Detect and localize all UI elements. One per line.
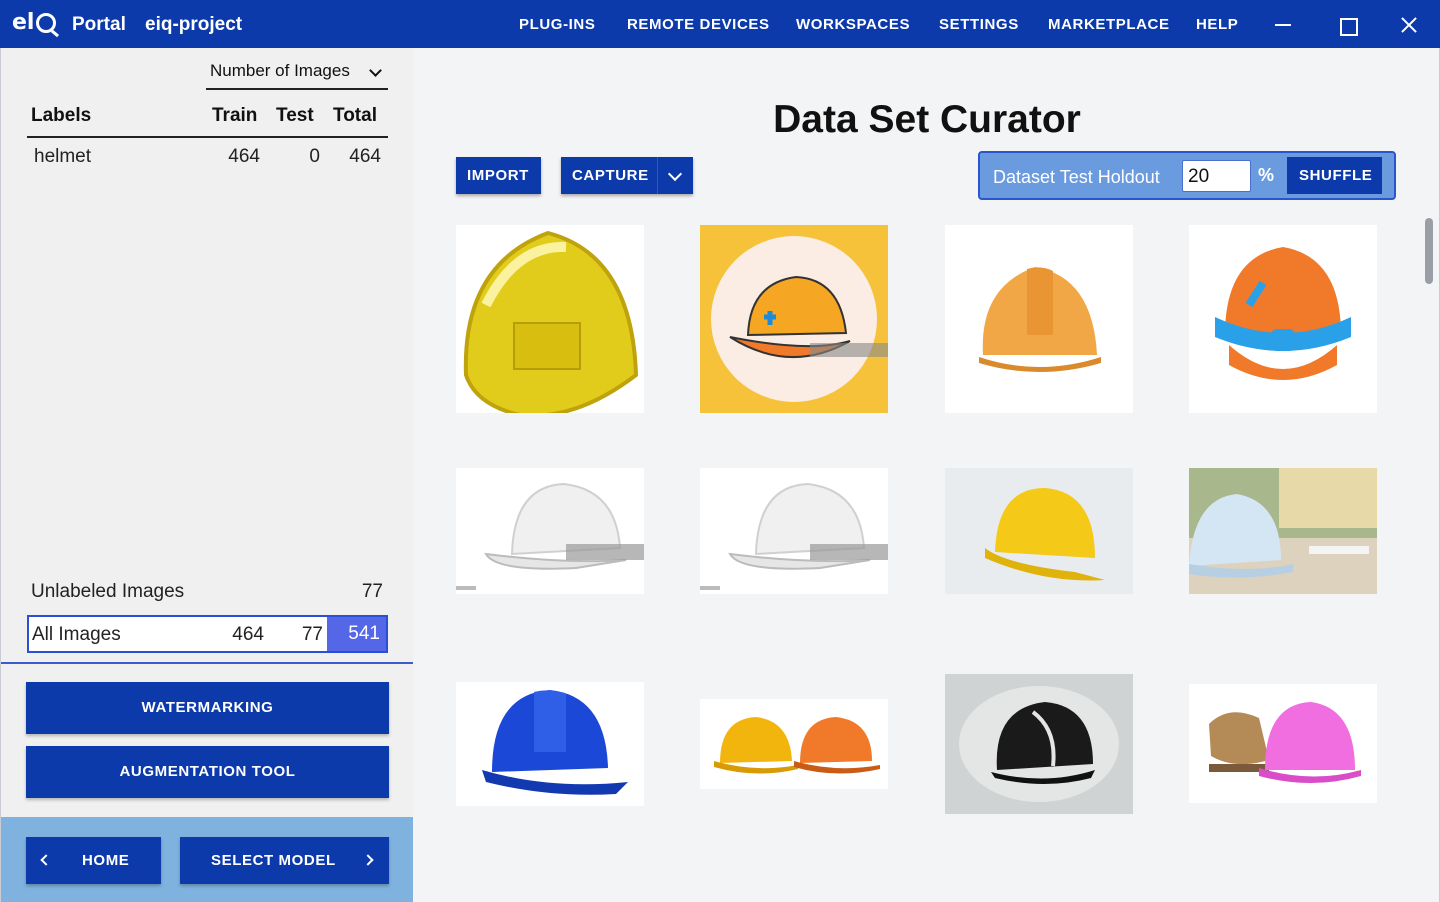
- nav-plugins[interactable]: PLUG-INS: [519, 16, 595, 33]
- all-images-row[interactable]: All Images 464 77 541: [27, 615, 388, 653]
- image-thumb-yellow-glossy-helmet[interactable]: [456, 225, 644, 413]
- unlabeled-label: Unlabeled Images: [31, 581, 185, 602]
- image-thumb-orange-blue-helmet[interactable]: [1189, 225, 1377, 413]
- minimize-icon[interactable]: [1271, 12, 1297, 38]
- orange-3d-helmet-image: [979, 267, 1101, 372]
- unlabeled-count: 77: [361, 581, 383, 602]
- sort-dropdown[interactable]: Number of Images: [206, 58, 388, 90]
- yellow-helmet-image: [985, 488, 1105, 581]
- test-holdout-panel: Dataset Test Holdout 20 % SHUFFLE: [978, 151, 1396, 200]
- header-test: Test: [276, 105, 314, 126]
- label-train-count: 464: [228, 146, 260, 167]
- home-button-label: HOME: [82, 852, 130, 869]
- percent-sign: %: [1258, 165, 1275, 185]
- yellow-glossy-helmet-image: [463, 230, 639, 413]
- all-images-total: 541: [327, 617, 386, 651]
- capture-split-divider: [657, 157, 658, 194]
- label-test-count: 0: [309, 146, 320, 167]
- all-images-test: 77: [301, 624, 323, 645]
- blue-helmet-image: [482, 690, 628, 795]
- sidebar-footer: HOME SELECT MODEL: [1, 817, 414, 902]
- maximize-icon[interactable]: [1335, 12, 1361, 38]
- holdout-percent-input[interactable]: 20: [1182, 160, 1251, 192]
- nav-workspaces[interactable]: WORKSPACES: [796, 16, 910, 33]
- pink-helmet-gloves-image: [1209, 702, 1361, 783]
- eiq-logo: el: [12, 10, 57, 35]
- image-thumb-blue-helmet[interactable]: [456, 682, 644, 806]
- import-button[interactable]: IMPORT: [456, 157, 541, 194]
- shuffle-label: SHUFFLE: [1299, 167, 1373, 184]
- scrollbar-thumb[interactable]: [1425, 218, 1433, 284]
- cartoon-orange-helmet-image: [711, 236, 888, 402]
- nav-remote-devices[interactable]: REMOTE DEVICES: [627, 16, 770, 33]
- image-thumb-yellow-orange-helmets[interactable]: [700, 699, 888, 789]
- nav-settings[interactable]: SETTINGS: [939, 16, 1019, 33]
- capture-label: CAPTURE: [572, 167, 649, 184]
- label-name: helmet: [34, 146, 92, 167]
- header-total: Total: [333, 105, 377, 126]
- label-sidebar: Number of Images Labels Train Test Total…: [0, 48, 414, 902]
- shuffle-button[interactable]: SHUFFLE: [1287, 157, 1382, 194]
- image-thumb-white-helmet-2[interactable]: [700, 468, 888, 594]
- augmentation-tool-button[interactable]: AUGMENTATION TOOL: [26, 746, 389, 798]
- capture-button[interactable]: CAPTURE: [561, 157, 693, 194]
- light-blue-helmet-image: [1189, 468, 1377, 594]
- holdout-label: Dataset Test Holdout: [993, 167, 1160, 187]
- import-label: IMPORT: [467, 167, 529, 184]
- app-name: Portal: [72, 14, 126, 35]
- white-helmet-image: [456, 482, 644, 590]
- image-thumb-light-blue-helmet[interactable]: [1189, 468, 1377, 594]
- image-thumb-orange-3d-helmet[interactable]: [945, 225, 1133, 413]
- orange-blue-helmet-image: [1215, 247, 1351, 380]
- header-train: Train: [212, 105, 258, 126]
- nav-help[interactable]: HELP: [1196, 16, 1238, 33]
- page-title: Data Set Curator: [773, 98, 1081, 141]
- chevron-down-icon[interactable]: [667, 166, 683, 182]
- header-labels: Labels: [31, 105, 92, 126]
- close-icon[interactable]: [1396, 12, 1422, 38]
- chevron-left-icon: [40, 854, 52, 866]
- nav-marketplace[interactable]: MARKETPLACE: [1048, 16, 1170, 33]
- main-panel: Data Set Curator IMPORT CAPTURE Dataset …: [413, 48, 1440, 902]
- label-total-count: 464: [349, 146, 381, 167]
- black-helmet-image: [945, 674, 1133, 814]
- unlabeled-images-row[interactable]: Unlabeled Images 77: [27, 581, 388, 609]
- image-thumb-black-helmet[interactable]: [945, 674, 1133, 814]
- all-images-train: 464: [232, 624, 264, 645]
- chevron-down-icon: [369, 64, 382, 77]
- title-bar: el Portal eiq-project PLUG-INS REMOTE DE…: [0, 0, 1440, 48]
- sort-dropdown-value: Number of Images: [210, 61, 350, 80]
- image-thumb-white-helmet-1[interactable]: [456, 468, 644, 594]
- label-row-helmet[interactable]: helmet 464 0 464: [27, 144, 388, 174]
- select-model-label: SELECT MODEL: [211, 852, 336, 869]
- chevron-right-icon: [362, 854, 374, 866]
- all-images-label: All Images: [32, 624, 121, 645]
- project-name[interactable]: eiq-project: [145, 14, 242, 36]
- image-thumb-cartoon-orange-helmet[interactable]: [700, 225, 888, 413]
- select-model-button[interactable]: SELECT MODEL: [180, 837, 389, 884]
- image-thumb-pink-helmet-gloves[interactable]: [1189, 684, 1377, 803]
- white-helmet-image: [700, 482, 888, 590]
- yellow-orange-helmets-image: [714, 717, 880, 774]
- image-thumb-yellow-helmet-photo[interactable]: [945, 468, 1133, 594]
- watermarking-button[interactable]: WATERMARKING: [26, 682, 389, 734]
- home-button[interactable]: HOME: [26, 837, 161, 884]
- labels-table-header: Labels Train Test Total: [27, 103, 388, 138]
- sidebar-divider: [1, 662, 414, 664]
